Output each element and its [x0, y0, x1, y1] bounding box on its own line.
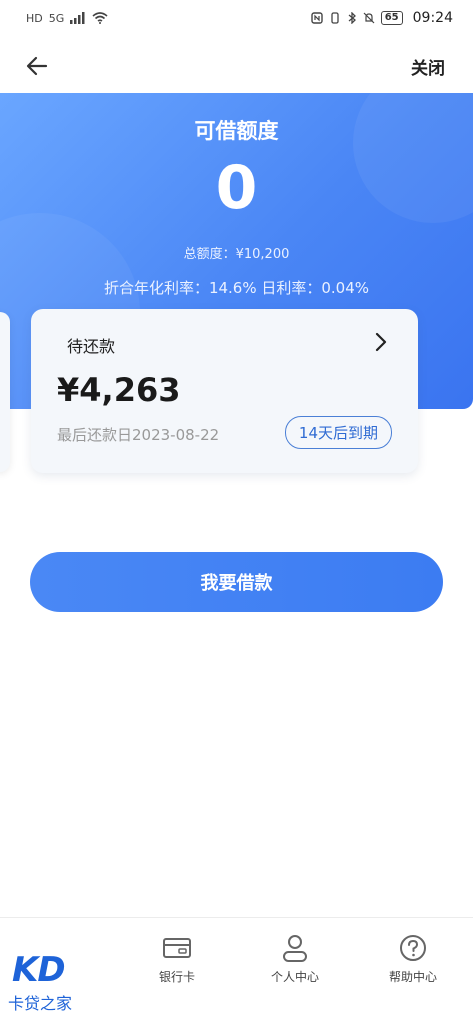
vibrate-icon — [331, 12, 339, 24]
last-repayment-date: 最后还款日2023-08-22 — [57, 426, 220, 444]
nfc-icon — [311, 12, 323, 24]
hd-indicator: HD — [26, 11, 43, 25]
mute-icon — [363, 12, 375, 24]
network-5g-indicator: 5G — [48, 11, 65, 25]
nav-bar: 关闭 — [0, 40, 473, 92]
previous-card-edge[interactable] — [0, 312, 10, 472]
tab-personal-center[interactable]: 个人中心 — [236, 932, 354, 985]
status-left: HD 5G — [26, 12, 108, 25]
interest-rate-text: 折合年化利率：14.6% 日利率：0.04% — [103, 279, 370, 297]
tab-bank-card[interactable]: 银行卡 — [118, 932, 236, 985]
signal-icon — [70, 12, 85, 24]
available-limit-amount: 0 — [215, 153, 258, 223]
clock: 09:24 — [412, 10, 453, 26]
pending-repayment-card[interactable]: 待还款 ¥4,263 最后还款日2023-08-22 14天后到期 — [31, 309, 418, 473]
watermark-kd-logo: KD — [12, 950, 66, 990]
tab-help-center[interactable]: 帮助中心 — [354, 932, 472, 985]
close-button[interactable]: 关闭 — [411, 54, 445, 79]
battery-indicator: 65 — [380, 11, 403, 25]
status-bar: HD 5G 65 09:24 — [0, 0, 473, 36]
back-arrow-icon[interactable] — [24, 53, 50, 79]
available-limit-title: 可借额度 — [194, 119, 279, 143]
total-limit-text: 总额度：¥10,200 — [183, 247, 290, 262]
watermark-logo: KD 卡贷之家 — [8, 950, 98, 1016]
tab-bank-card-label: 银行卡 — [158, 970, 195, 984]
help-icon — [400, 935, 426, 961]
pending-repayment-amount: ¥4,263 — [57, 371, 181, 409]
pending-repayment-label: 待还款 — [67, 337, 116, 356]
due-days-badge: 14天后到期 — [284, 416, 392, 449]
status-right: 65 09:24 — [311, 10, 453, 26]
watermark-text: 卡贷之家 — [8, 994, 73, 1013]
bluetooth-icon — [348, 12, 356, 24]
user-icon — [283, 935, 307, 962]
tab-help-center-label: 帮助中心 — [388, 970, 437, 984]
wifi-icon — [92, 12, 108, 24]
chevron-right-icon[interactable] — [372, 331, 390, 353]
borrow-button[interactable]: 我要借款 — [30, 552, 443, 612]
bank-card-icon — [163, 938, 191, 958]
tab-personal-center-label: 个人中心 — [270, 970, 319, 984]
